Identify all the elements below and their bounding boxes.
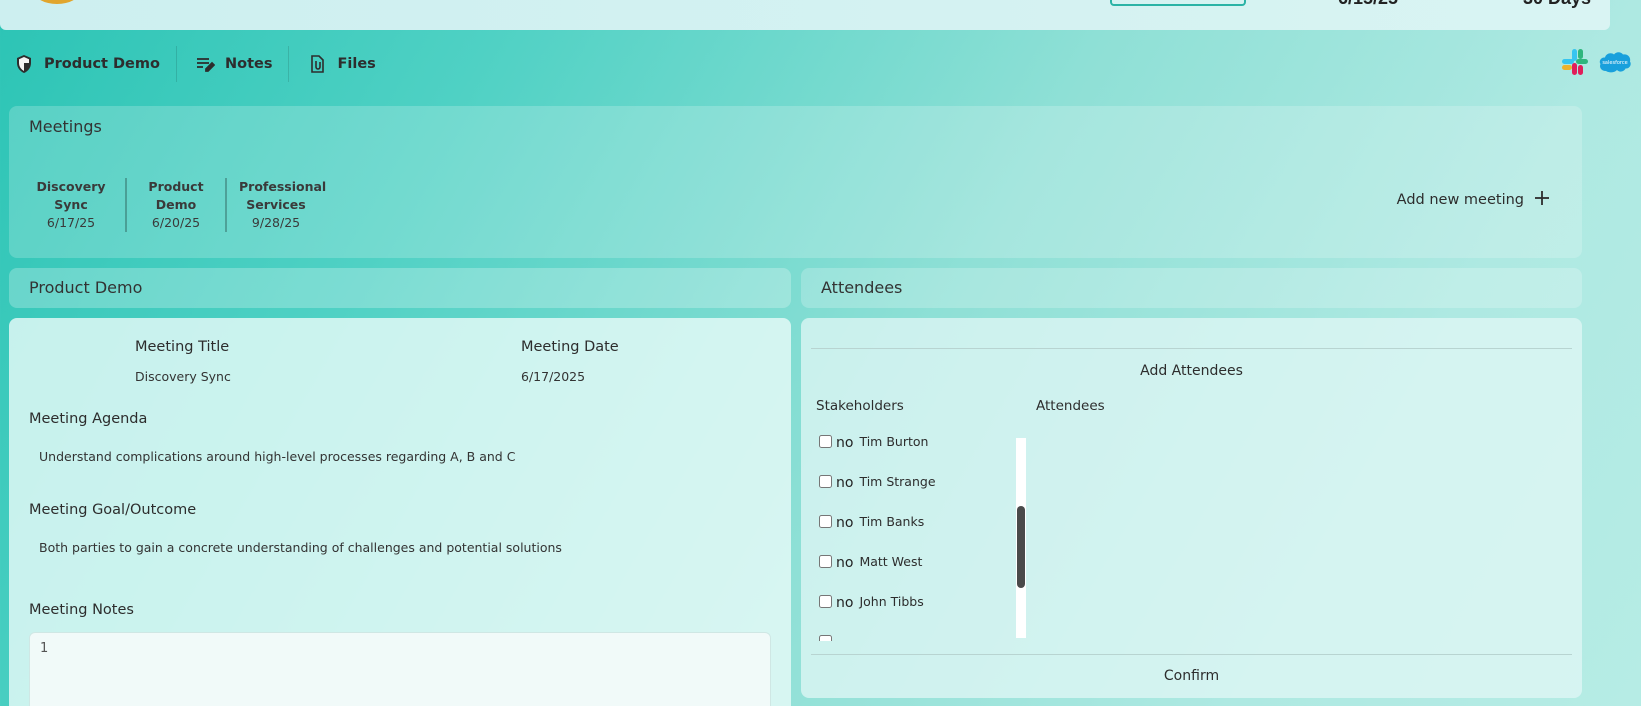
top-days-remaining: 30 Days bbox=[1523, 0, 1591, 9]
divider bbox=[811, 348, 1572, 349]
meeting-name: Sync bbox=[54, 197, 88, 212]
list-item: no Tim Strange bbox=[819, 471, 936, 491]
file-icon bbox=[307, 54, 327, 74]
list-item: no Tim Burton bbox=[819, 433, 928, 451]
stakeholder-checkbox[interactable] bbox=[819, 554, 832, 568]
stakeholder-name: Tim Burton bbox=[859, 433, 929, 449]
attendees-column-label: Attendees bbox=[1036, 398, 1105, 414]
meeting-goal-value[interactable]: Both parties to gain a concrete understa… bbox=[39, 540, 562, 555]
salesforce-icon[interactable]: salesforce bbox=[1598, 49, 1632, 79]
list-item: no Matt West bbox=[819, 551, 922, 571]
stakeholders-label: Stakeholders bbox=[816, 398, 904, 414]
stakeholder-name: Matt West bbox=[859, 553, 923, 569]
list-item: no Tim Banks bbox=[819, 511, 924, 531]
stakeholder-flag: no bbox=[836, 515, 854, 531]
stakeholder-flag: no bbox=[836, 435, 854, 451]
meeting-goal-label: Meeting Goal/Outcome bbox=[29, 502, 197, 518]
meeting-notes-textarea[interactable]: 1 bbox=[29, 632, 771, 706]
shield-icon bbox=[14, 54, 34, 74]
stakeholder-checkbox[interactable] bbox=[819, 514, 832, 528]
account-avatar bbox=[34, 0, 80, 4]
meeting-name: Discovery bbox=[36, 179, 106, 194]
product-demo-header: Product Demo bbox=[9, 268, 791, 308]
top-summary-bar: 6/15/25 30 Days bbox=[0, 0, 1610, 30]
meeting-item-discovery-sync[interactable]: Discovery Sync 6/17/25 bbox=[29, 178, 125, 232]
stakeholder-checkbox[interactable] bbox=[819, 594, 832, 608]
attendees-header: Attendees bbox=[801, 268, 1582, 308]
meeting-details-panel: Meeting Title Discovery Sync Meeting Dat… bbox=[9, 318, 791, 706]
add-attendees-title: Add Attendees bbox=[1140, 363, 1243, 379]
stakeholder-flag: no bbox=[836, 475, 854, 491]
nav-item-notes[interactable]: Notes bbox=[175, 46, 289, 82]
divider bbox=[811, 654, 1572, 655]
stakeholder-list: no Tim Burton no Tim Strange no Tim Bank… bbox=[819, 433, 1019, 641]
nav-item-label: Product Demo bbox=[44, 56, 160, 72]
nav-item-label: Notes bbox=[224, 56, 273, 72]
stakeholder-name: Tim Banks bbox=[859, 513, 925, 529]
meeting-title-label: Meeting Title bbox=[135, 339, 230, 355]
stakeholder-scrollbar[interactable] bbox=[1016, 438, 1026, 638]
scrollbar-thumb[interactable] bbox=[1017, 506, 1025, 588]
meeting-name: Demo bbox=[155, 197, 197, 212]
meeting-date: 9/28/25 bbox=[251, 215, 301, 230]
meeting-date-label: Meeting Date bbox=[521, 339, 619, 355]
meeting-date-value: 6/17/2025 bbox=[521, 369, 586, 384]
stakeholder-checkbox[interactable] bbox=[819, 434, 832, 448]
meeting-item-professional-services[interactable]: Professional Services 9/28/25 bbox=[225, 178, 327, 232]
add-meeting-label: Add new meeting bbox=[1396, 192, 1524, 208]
notes-edit-icon bbox=[195, 54, 216, 74]
attendees-title: Attendees bbox=[821, 278, 903, 297]
stakeholder-flag: no bbox=[836, 595, 854, 611]
meetings-title: Meetings bbox=[29, 117, 102, 136]
meeting-date: 6/17/25 bbox=[46, 215, 96, 230]
meeting-name: Services bbox=[246, 197, 306, 212]
stakeholder-flag: no bbox=[836, 555, 854, 571]
attendees-panel: Add Attendees Stakeholders Attendees no … bbox=[801, 318, 1582, 698]
main-nav: Product Demo Notes Files bbox=[14, 46, 392, 82]
slack-icon[interactable] bbox=[1560, 47, 1590, 81]
top-date: 6/15/25 bbox=[1338, 0, 1398, 9]
meeting-list: Discovery Sync 6/17/25 Product Demo 6/20… bbox=[29, 178, 327, 232]
list-item: no John Tibbs bbox=[819, 591, 924, 611]
confirm-button[interactable]: Confirm bbox=[801, 668, 1582, 684]
stakeholder-checkbox[interactable] bbox=[819, 634, 832, 641]
nav-item-files[interactable]: Files bbox=[288, 46, 391, 82]
meeting-item-product-demo[interactable]: Product Demo 6/20/25 bbox=[125, 178, 225, 232]
meeting-date: 6/20/25 bbox=[151, 215, 201, 230]
meeting-agenda-label: Meeting Agenda bbox=[29, 411, 148, 427]
meetings-panel: Meetings Discovery Sync 6/17/25 Product … bbox=[9, 106, 1582, 258]
top-action-button[interactable] bbox=[1110, 0, 1246, 6]
stakeholder-checkbox[interactable] bbox=[819, 474, 832, 488]
meeting-title-value: Discovery Sync bbox=[135, 369, 231, 384]
stakeholder-name: John Tibbs bbox=[859, 593, 924, 609]
integrations: salesforce bbox=[1560, 47, 1632, 81]
plus-icon bbox=[1534, 190, 1550, 210]
list-item bbox=[819, 631, 836, 641]
meeting-notes-label: Meeting Notes bbox=[29, 602, 134, 618]
meeting-name: Professional bbox=[239, 179, 327, 194]
nav-item-product-demo[interactable]: Product Demo bbox=[14, 46, 176, 82]
add-meeting-button[interactable]: Add new meeting bbox=[1397, 190, 1550, 210]
nav-item-label: Files bbox=[337, 56, 376, 72]
meeting-name: Product bbox=[148, 179, 204, 194]
product-demo-title: Product Demo bbox=[29, 278, 143, 297]
stakeholder-name: Tim Strange bbox=[859, 473, 936, 489]
svg-text:salesforce: salesforce bbox=[1602, 60, 1627, 66]
meeting-agenda-value[interactable]: Understand complications around high-lev… bbox=[39, 449, 515, 464]
